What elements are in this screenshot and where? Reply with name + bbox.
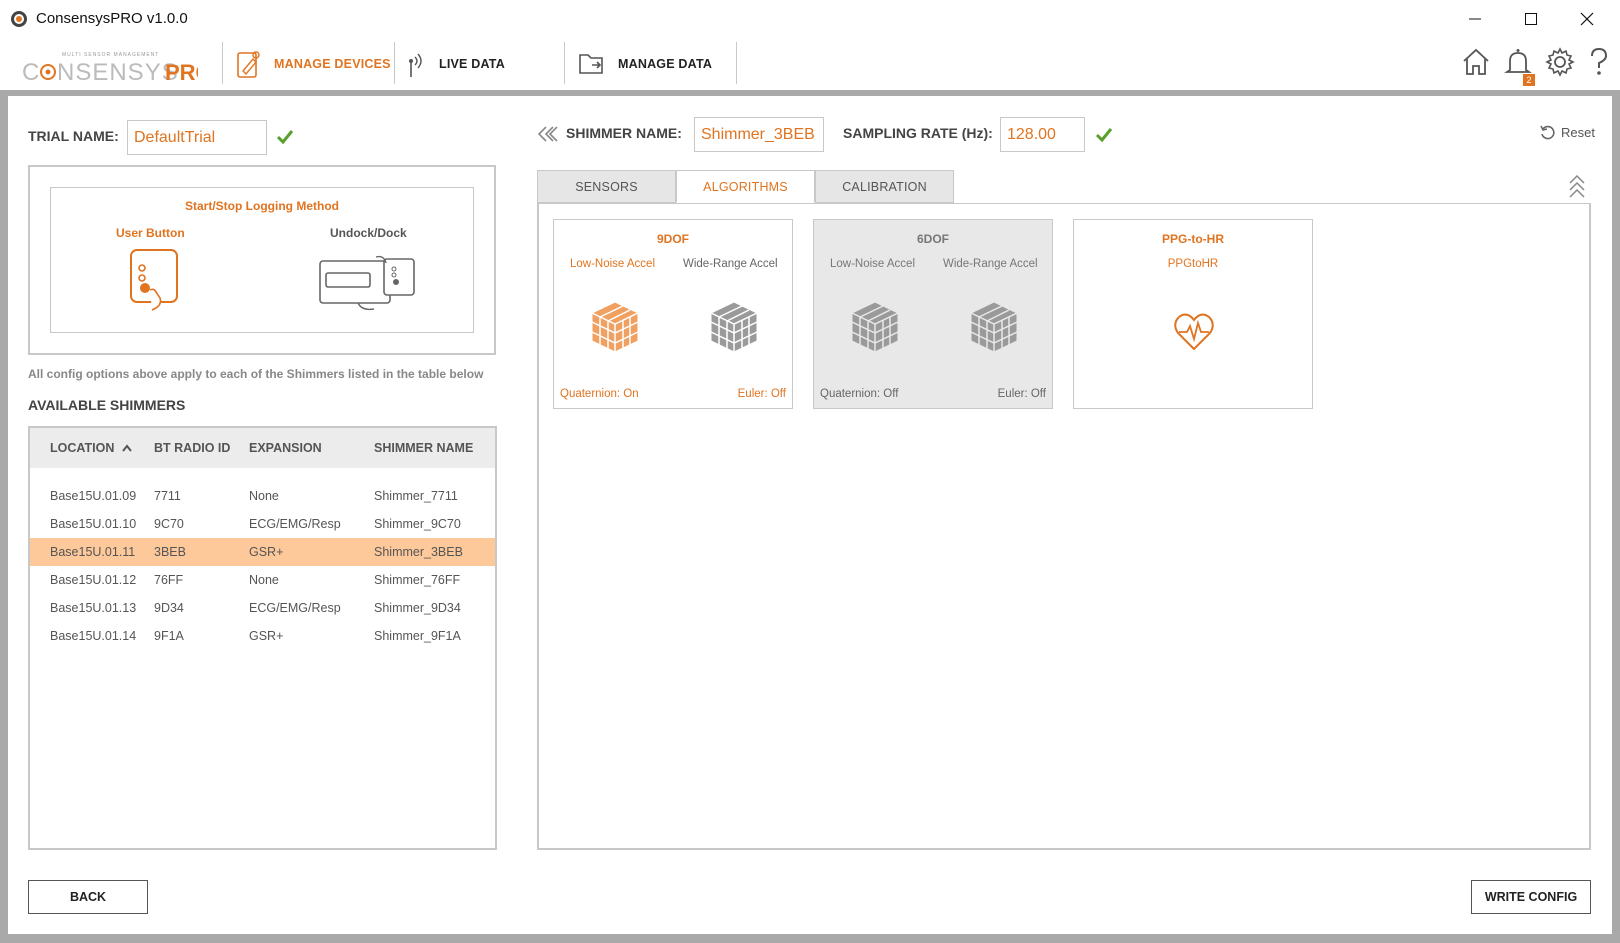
table-row[interactable]: Base15U.01.09 7711 None Shimmer_7711 bbox=[30, 482, 495, 510]
heart-rate-icon[interactable] bbox=[1173, 312, 1215, 352]
column-header-shimmer-name[interactable]: SHIMMER NAME bbox=[374, 441, 473, 455]
quaternion-status: Quaternion: On bbox=[560, 388, 639, 400]
sampling-rate-input[interactable]: 128.00 bbox=[1000, 117, 1085, 152]
svg-text:NSENSYS: NSENSYS bbox=[57, 59, 179, 86]
logging-method-title: Start/Stop Logging Method bbox=[185, 199, 339, 213]
svg-text:PRO: PRO bbox=[165, 60, 198, 85]
live-data-icon bbox=[409, 53, 422, 77]
column-header-expansion[interactable]: EXPANSION bbox=[249, 441, 322, 455]
main-header: MULTI SENSOR MANAGEMENT C NSENSYS PRO MA… bbox=[0, 38, 1620, 90]
card-title-ppg-to-hr: PPG-to-HR bbox=[1162, 232, 1224, 246]
wide-range-accel-label: Wide-Range Accel bbox=[943, 258, 1038, 270]
tab-sensors[interactable]: SENSORS bbox=[537, 170, 676, 203]
nav-manage-data[interactable]: MANAGE DATA bbox=[578, 44, 712, 84]
table-header: LOCATION BT RADIO ID EXPANSION SHIMMER N… bbox=[30, 428, 495, 468]
sampling-rate-value: 128.00 bbox=[1007, 125, 1056, 143]
card-title-6dof: 6DOF bbox=[916, 232, 949, 246]
trial-name-input[interactable]: DefaultTrial bbox=[127, 120, 267, 155]
shimmers-table: LOCATION BT RADIO ID EXPANSION SHIMMER N… bbox=[28, 426, 497, 850]
quaternion-status: Quaternion: Off bbox=[820, 388, 899, 400]
available-shimmers-heading: AVAILABLE SHIMMERS bbox=[28, 397, 186, 413]
euler-status: Euler: Off bbox=[997, 388, 1046, 400]
svg-text:C: C bbox=[22, 59, 40, 86]
trial-name-value: DefaultTrial bbox=[134, 128, 216, 146]
reset-button[interactable]: Reset bbox=[1540, 125, 1595, 140]
reset-label: Reset bbox=[1561, 125, 1595, 140]
close-button[interactable] bbox=[1559, 0, 1615, 38]
cube-icon-active[interactable] bbox=[590, 300, 640, 354]
collapse-left-icon[interactable] bbox=[536, 125, 558, 143]
nav-live-data[interactable]: LIVE DATA bbox=[405, 44, 505, 84]
trial-name-label: TRIAL NAME: bbox=[28, 128, 119, 144]
table-row-selected[interactable]: Base15U.01.11 3BEB GSR+ Shimmer_3BEB bbox=[30, 538, 495, 566]
minimize-icon bbox=[1469, 18, 1481, 20]
consensys-logo: MULTI SENSOR MANAGEMENT C NSENSYS PRO bbox=[22, 52, 198, 86]
low-noise-accel-label: Low-Noise Accel bbox=[570, 258, 656, 270]
notifications-badge: 2 bbox=[1523, 74, 1535, 86]
reset-icon bbox=[1540, 125, 1555, 140]
nav-manage-devices[interactable]: MANAGE DEVICES bbox=[236, 44, 391, 84]
euler-status: Euler: Off bbox=[737, 388, 786, 400]
undock-dock-option-icon[interactable] bbox=[318, 253, 418, 313]
algorithm-card-9dof[interactable]: 9DOF Low-Noise Accel Wide-Range Accel Qu… bbox=[553, 219, 793, 409]
config-note: All config options above apply to each o… bbox=[28, 367, 484, 381]
sort-ascending-icon bbox=[122, 444, 132, 452]
minimize-button[interactable] bbox=[1447, 0, 1503, 38]
cube-icon-inactive[interactable] bbox=[969, 300, 1019, 354]
column-header-location[interactable]: LOCATION bbox=[50, 441, 132, 455]
trial-name-check-icon bbox=[276, 130, 294, 145]
table-row[interactable]: Base15U.01.13 9D34 ECG/EMG/Resp Shimmer_9D3… bbox=[30, 594, 495, 622]
table-row[interactable]: Base15U.01.12 76FF None Shimmer_76FF bbox=[30, 566, 495, 594]
sampling-rate-label: SAMPLING RATE (Hz): bbox=[843, 125, 993, 141]
manage-data-icon bbox=[579, 54, 603, 74]
maximize-icon bbox=[1525, 13, 1537, 25]
nav-manage-devices-label: MANAGE DEVICES bbox=[274, 57, 391, 71]
back-button[interactable]: BACK bbox=[28, 880, 148, 914]
help-icon[interactable] bbox=[1583, 46, 1615, 78]
maximize-button[interactable] bbox=[1503, 0, 1559, 38]
tab-calibration[interactable]: CALIBRATION bbox=[815, 170, 954, 203]
window-title: ConsensysPRO v1.0.0 bbox=[36, 10, 188, 27]
cube-icon-inactive[interactable] bbox=[709, 300, 759, 354]
column-header-bt-radio-id[interactable]: BT RADIO ID bbox=[154, 441, 230, 455]
shimmer-name-input[interactable]: Shimmer_3BEB bbox=[694, 117, 824, 152]
write-config-button[interactable]: WRITE CONFIG bbox=[1471, 880, 1591, 914]
low-noise-accel-label: Low-Noise Accel bbox=[830, 258, 916, 270]
algorithm-card-6dof[interactable]: 6DOF Low-Noise Accel Wide-Range Accel Qu… bbox=[813, 219, 1053, 409]
collapse-up-icon[interactable] bbox=[1568, 173, 1586, 199]
tab-algorithms[interactable]: ALGORITHMS bbox=[676, 170, 815, 203]
table-row[interactable]: Base15U.01.10 9C70 ECG/EMG/Resp Shimmer_9C7… bbox=[30, 510, 495, 538]
svg-text:MULTI SENSOR MANAGEMENT: MULTI SENSOR MANAGEMENT bbox=[62, 52, 159, 58]
sampling-rate-check-icon bbox=[1095, 128, 1113, 143]
close-icon bbox=[1580, 12, 1594, 26]
table-row[interactable]: Base15U.01.14 9F1A GSR+ Shimmer_9F1A bbox=[30, 622, 495, 650]
undock-dock-option-label: Undock/Dock bbox=[330, 226, 407, 240]
settings-gear-icon[interactable] bbox=[1544, 46, 1576, 78]
algorithm-card-ppg-to-hr[interactable]: PPG-to-HR PPGtoHR bbox=[1073, 219, 1313, 409]
user-button-option-label: User Button bbox=[116, 226, 185, 240]
home-icon[interactable] bbox=[1460, 46, 1492, 78]
nav-live-data-label: LIVE DATA bbox=[439, 57, 505, 71]
shimmer-name-label: SHIMMER NAME: bbox=[566, 125, 682, 141]
title-bar: ConsensysPRO v1.0.0 bbox=[0, 0, 1620, 38]
cube-icon-inactive[interactable] bbox=[850, 300, 900, 354]
card-title-9dof: 9DOF bbox=[656, 232, 689, 246]
app-icon bbox=[11, 11, 27, 27]
nav-manage-data-label: MANAGE DATA bbox=[618, 57, 713, 71]
shimmer-name-value: Shimmer_3BEB bbox=[701, 125, 815, 143]
manage-devices-icon bbox=[237, 51, 260, 78]
user-button-option-icon[interactable] bbox=[128, 248, 184, 312]
ppgtohr-label: PPGtoHR bbox=[1167, 258, 1219, 270]
wide-range-accel-label: Wide-Range Accel bbox=[683, 258, 778, 270]
